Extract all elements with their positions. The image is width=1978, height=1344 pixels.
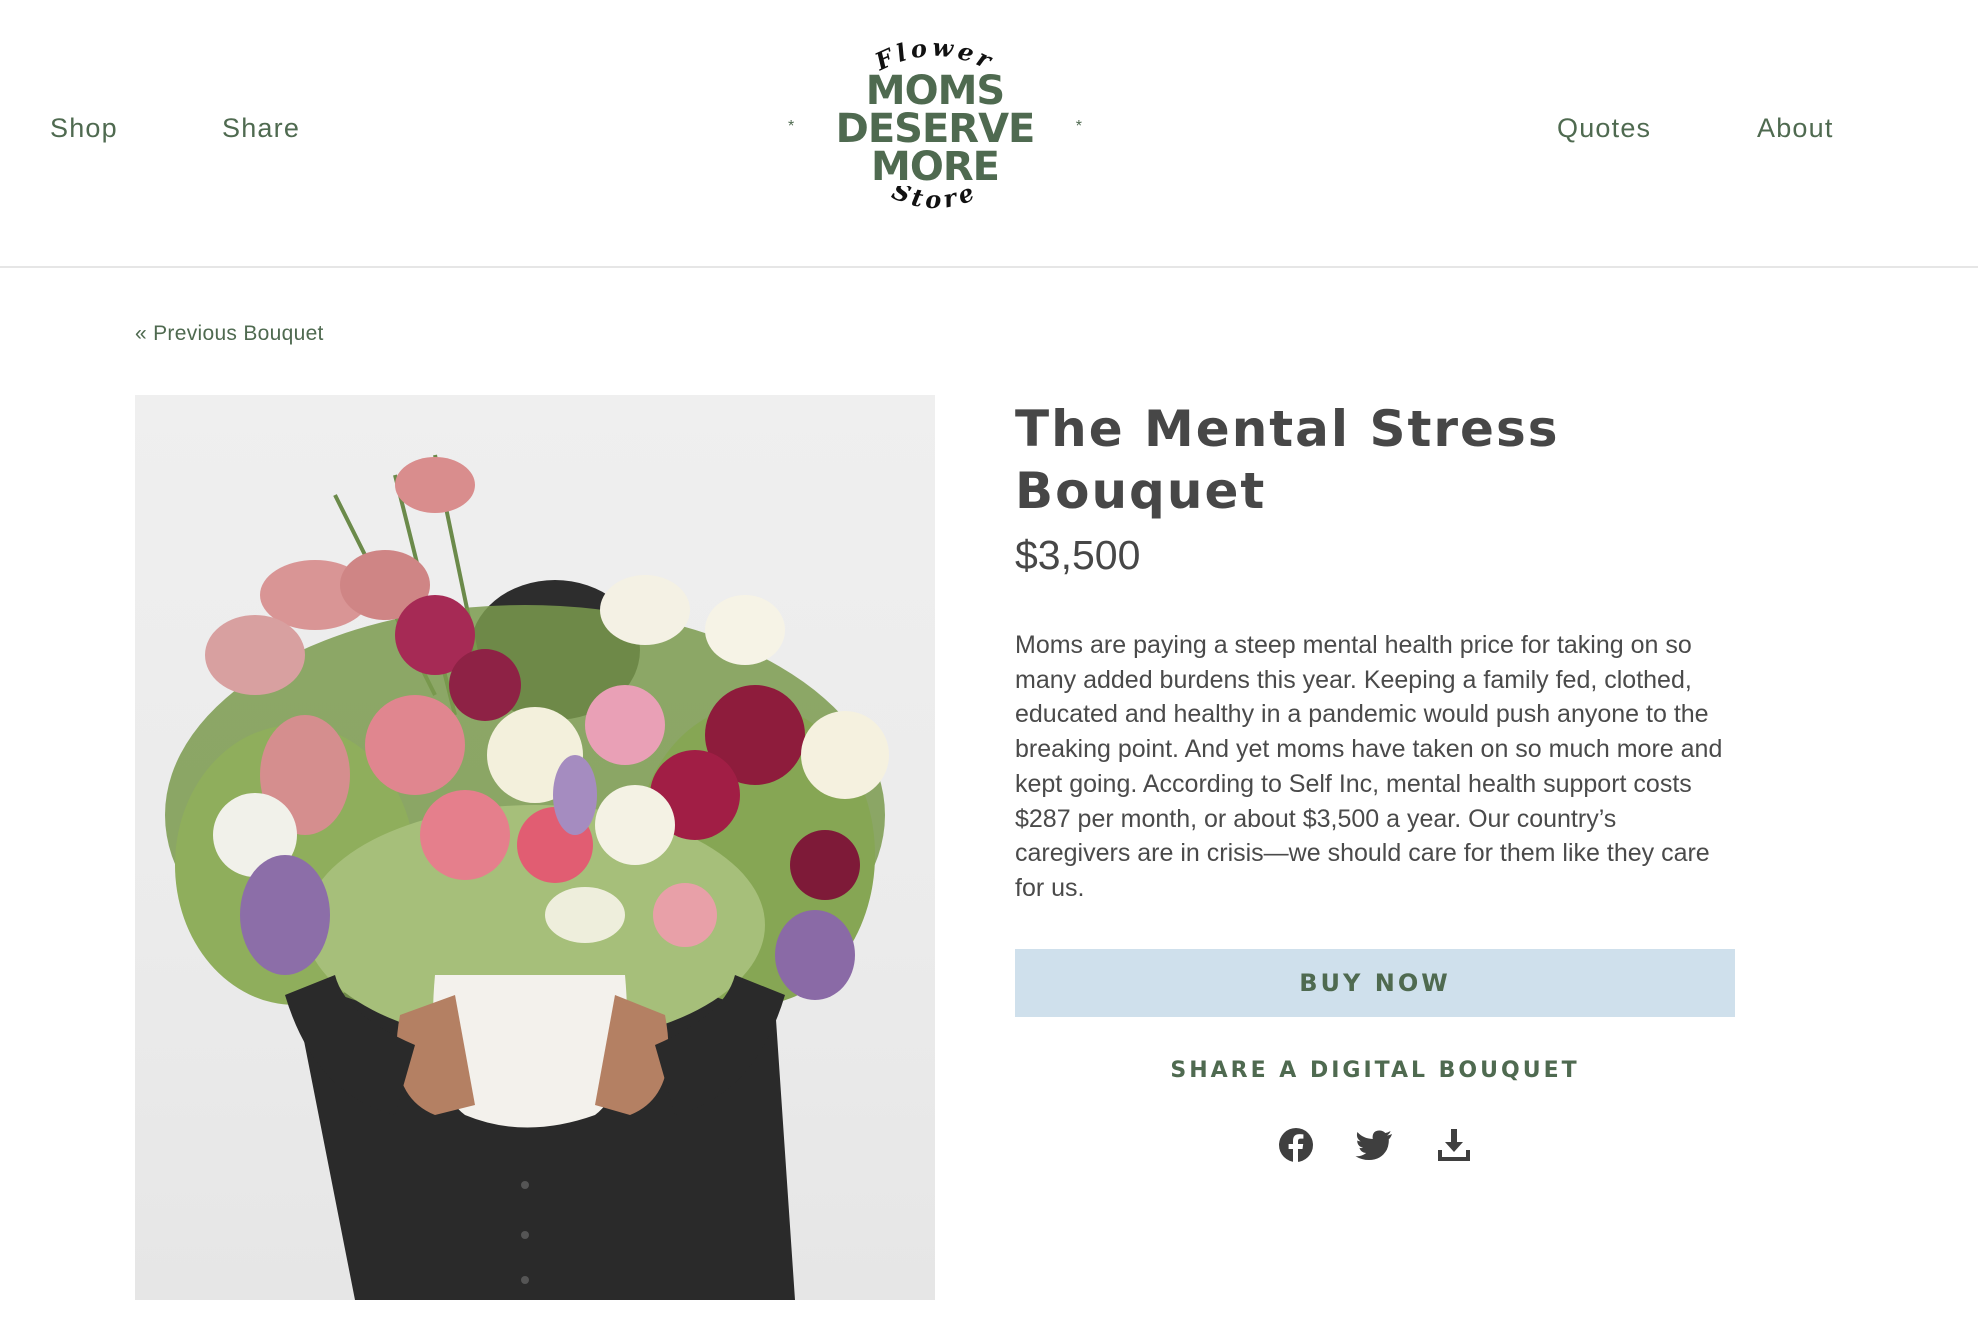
logo-arc-bottom-text: Store	[888, 186, 978, 214]
nav-about[interactable]: About	[1757, 113, 1834, 144]
site-header: Shop Share Flower * MOMS DESERVE MORE * …	[0, 0, 1978, 268]
nav-quotes[interactable]: Quotes	[1557, 113, 1651, 144]
download-icon[interactable]	[1434, 1125, 1474, 1165]
facebook-icon[interactable]	[1276, 1125, 1316, 1165]
svg-text:Store: Store	[888, 186, 982, 214]
nav-share[interactable]: Share	[222, 113, 300, 144]
product-description: Moms are paying a steep mental health pr…	[1015, 631, 1723, 902]
logo-wordmark: MOMS DESERVE MORE	[835, 68, 1036, 190]
buy-now-button[interactable]: BUY NOW	[1015, 949, 1735, 1017]
share-digital-bouquet-heading: SHARE A DIGITAL BOUQUET	[1170, 1058, 1580, 1083]
product-photo	[135, 395, 935, 1300]
bouquet-illustration	[165, 454, 889, 1300]
logo-star-right: *	[1075, 118, 1082, 135]
product-title: The Mental Stress Bouquet	[1015, 400, 1560, 520]
logo-arc-bottom: Store	[888, 186, 982, 214]
previous-bouquet-link[interactable]: « Previous Bouquet	[135, 322, 324, 346]
product-price: $3,500	[1015, 532, 1141, 578]
twitter-icon[interactable]	[1354, 1125, 1394, 1165]
nav-shop[interactable]: Shop	[50, 113, 118, 144]
site-logo[interactable]: Flower * MOMS DESERVE MORE * Store	[775, 22, 1095, 232]
